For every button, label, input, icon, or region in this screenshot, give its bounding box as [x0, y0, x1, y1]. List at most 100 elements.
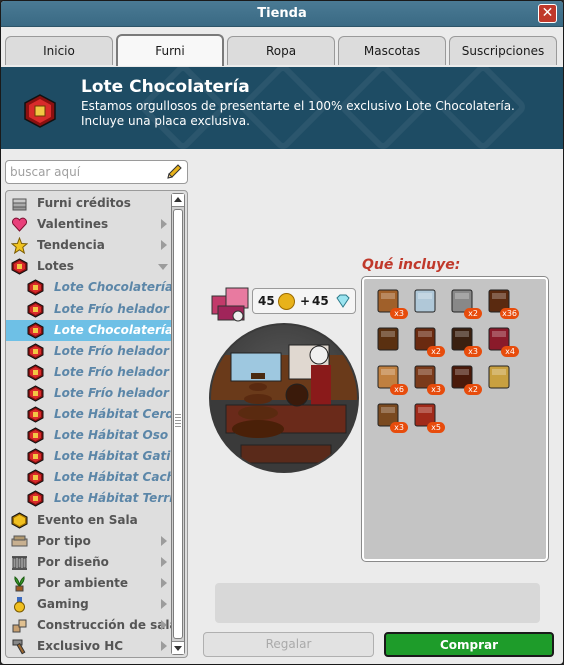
- quantity-badge: x36: [500, 308, 519, 319]
- tree-category-item[interactable]: Evento en Sala: [6, 510, 171, 531]
- tree-subitem[interactable]: Lote Frío helador II: [6, 362, 171, 383]
- tree-category-item[interactable]: Por diseño: [6, 552, 171, 573]
- chevron-right-icon[interactable]: [161, 577, 167, 588]
- quantity-badge: x2: [464, 384, 482, 395]
- red-gem-icon: [27, 490, 44, 507]
- tab-ropa[interactable]: Ropa: [227, 36, 335, 65]
- tree-item-label: Lote Frío helador I: [54, 343, 171, 358]
- pencil-icon[interactable]: [165, 163, 183, 181]
- chevron-down-icon[interactable]: [158, 264, 168, 271]
- tab-furni[interactable]: Furni: [116, 34, 224, 66]
- tree-subitem[interactable]: Lote Hábitat Cachorro: [6, 467, 171, 488]
- cabinet-icon[interactable]: x3: [372, 285, 408, 319]
- fountain-icon[interactable]: [372, 323, 404, 355]
- tab-mascotas[interactable]: Mascotas: [338, 36, 446, 65]
- chevron-right-icon[interactable]: [161, 620, 167, 630]
- red-gem-icon: [27, 406, 44, 423]
- shop-window: Tienda ✕ Inicio Furni Ropa Mascotas Susc…: [0, 0, 564, 665]
- category-tree[interactable]: Furni créditos Valentines Tendencia Lotes Lo…: [5, 190, 188, 658]
- chevron-right-icon[interactable]: [161, 641, 167, 652]
- tree-category-item[interactable]: Por tipo: [6, 531, 171, 552]
- tree-subitem[interactable]: Lote Hábitat Cerdito: [6, 404, 171, 425]
- quantity-badge: x3: [464, 346, 482, 357]
- quantity-badge: x3: [427, 384, 445, 395]
- tree-category-item[interactable]: Valentines: [6, 214, 171, 235]
- price-plus: +: [300, 294, 311, 308]
- quantity-badge: x3: [390, 308, 408, 319]
- tree-item-label: Lote Frío helador II: [54, 364, 171, 379]
- tree-item-label: Exclusivo HC: [37, 639, 124, 654]
- red-gem-icon: [27, 448, 44, 465]
- display-case-icon[interactable]: [409, 285, 441, 317]
- search-input[interactable]: [10, 164, 160, 180]
- lamp-icon[interactable]: x3: [372, 399, 408, 433]
- tab-bar: Inicio Furni Ropa Mascotas Suscripciones: [1, 27, 563, 67]
- scroll-up-button[interactable]: [172, 194, 184, 207]
- tree-item-label: Por ambiente: [37, 575, 128, 590]
- box-icon[interactable]: x5: [409, 399, 445, 433]
- chevron-right-icon[interactable]: [161, 556, 167, 567]
- table-icon[interactable]: x3: [409, 361, 445, 395]
- medal-icon: [14, 596, 25, 613]
- tree-subitem[interactable]: Lote Frío helador I: [6, 341, 171, 362]
- chevron-right-icon[interactable]: [161, 240, 167, 251]
- red-gem-icon: [27, 322, 44, 339]
- plant-icon: [14, 575, 25, 592]
- scroll-down-button[interactable]: [172, 641, 184, 654]
- tree-item-label: Por diseño: [37, 554, 109, 569]
- frame-icon[interactable]: x4: [483, 323, 519, 357]
- tab-suscripciones[interactable]: Suscripciones: [449, 36, 557, 65]
- tree-scrollbar[interactable]: [171, 193, 185, 655]
- tree-item-label: Por tipo: [37, 533, 91, 548]
- diamond-price: 45: [312, 294, 329, 308]
- includes-panel: x3 x2 x36 x2 x3 x4 x6 x3 x2 x3 x5: [361, 276, 549, 562]
- price-box: 45 + 45: [252, 288, 356, 314]
- chevron-right-icon[interactable]: [161, 535, 167, 546]
- tree-category-item[interactable]: Furni créditos: [6, 193, 171, 214]
- tree-item-label: Lote Hábitat Cerdito: [54, 407, 171, 421]
- chevron-right-icon[interactable]: [161, 598, 167, 609]
- chocolate-bar-icon[interactable]: x36: [483, 285, 519, 319]
- tree-item-label: Lote Hábitat Terrier: [54, 491, 171, 506]
- red-gem-icon: [27, 343, 44, 360]
- title-bar[interactable]: Tienda ✕: [1, 1, 563, 27]
- chevron-right-icon[interactable]: [161, 219, 167, 230]
- cups-icon[interactable]: x2: [446, 285, 482, 319]
- badge-icon[interactable]: [483, 361, 515, 393]
- buy-button[interactable]: Comprar: [384, 632, 554, 657]
- tree-subitem[interactable]: Lote Frío helador II: [6, 383, 171, 404]
- tree-subitem[interactable]: Lote Hábitat Gatito: [6, 446, 171, 467]
- gift-button[interactable]: Regalar: [203, 632, 374, 657]
- credit-price: 45: [258, 294, 275, 308]
- tree-item-label: Lote Frío helador II: [54, 385, 171, 400]
- tree-subitem[interactable]: Lote Hábitat Terrier: [6, 488, 171, 509]
- shelf-icon[interactable]: x2: [446, 361, 482, 395]
- close-button[interactable]: ✕: [538, 4, 557, 23]
- red-gem-icon: [27, 469, 44, 486]
- tree-item-label: Lotes: [37, 259, 74, 274]
- room-preview: [209, 323, 359, 473]
- tree-subitem[interactable]: Lote Chocolatería: [6, 277, 171, 298]
- tab-inicio[interactable]: Inicio: [5, 36, 113, 65]
- tree-subitem[interactable]: Lote Frío helador I: [6, 299, 171, 320]
- cake-icon[interactable]: x2: [409, 323, 445, 357]
- close-icon: ✕: [541, 5, 554, 21]
- tree-category-item[interactable]: Construcción de salas: [6, 615, 171, 636]
- tree-category-item[interactable]: Por ambiente: [6, 573, 171, 594]
- page-header-banner: Lote Chocolatería Estamos orgullosos de …: [1, 67, 563, 149]
- star-icon: [11, 237, 28, 255]
- tree-item-label: Lote Hábitat Oso Polar: [54, 428, 171, 443]
- tree-subitem[interactable]: Lote Chocolatería: [6, 319, 171, 341]
- red-gem-icon: [27, 427, 44, 444]
- red-gem-icon: [27, 300, 44, 318]
- tree-category-item[interactable]: Gaming: [6, 594, 171, 615]
- quantity-badge: x2: [464, 308, 482, 319]
- tree-category-item[interactable]: Exclusivo HC: [6, 636, 171, 657]
- scroll-thumb[interactable]: [173, 209, 183, 639]
- counter-icon[interactable]: x3: [446, 323, 482, 357]
- tree-category-item[interactable]: Tendencia: [6, 235, 171, 256]
- tree-category-item[interactable]: Lotes: [6, 256, 171, 277]
- tree-subitem[interactable]: Lote Hábitat Oso Polar: [6, 425, 171, 446]
- blocks-icon: [12, 619, 27, 633]
- chair-icon[interactable]: x6: [372, 361, 408, 395]
